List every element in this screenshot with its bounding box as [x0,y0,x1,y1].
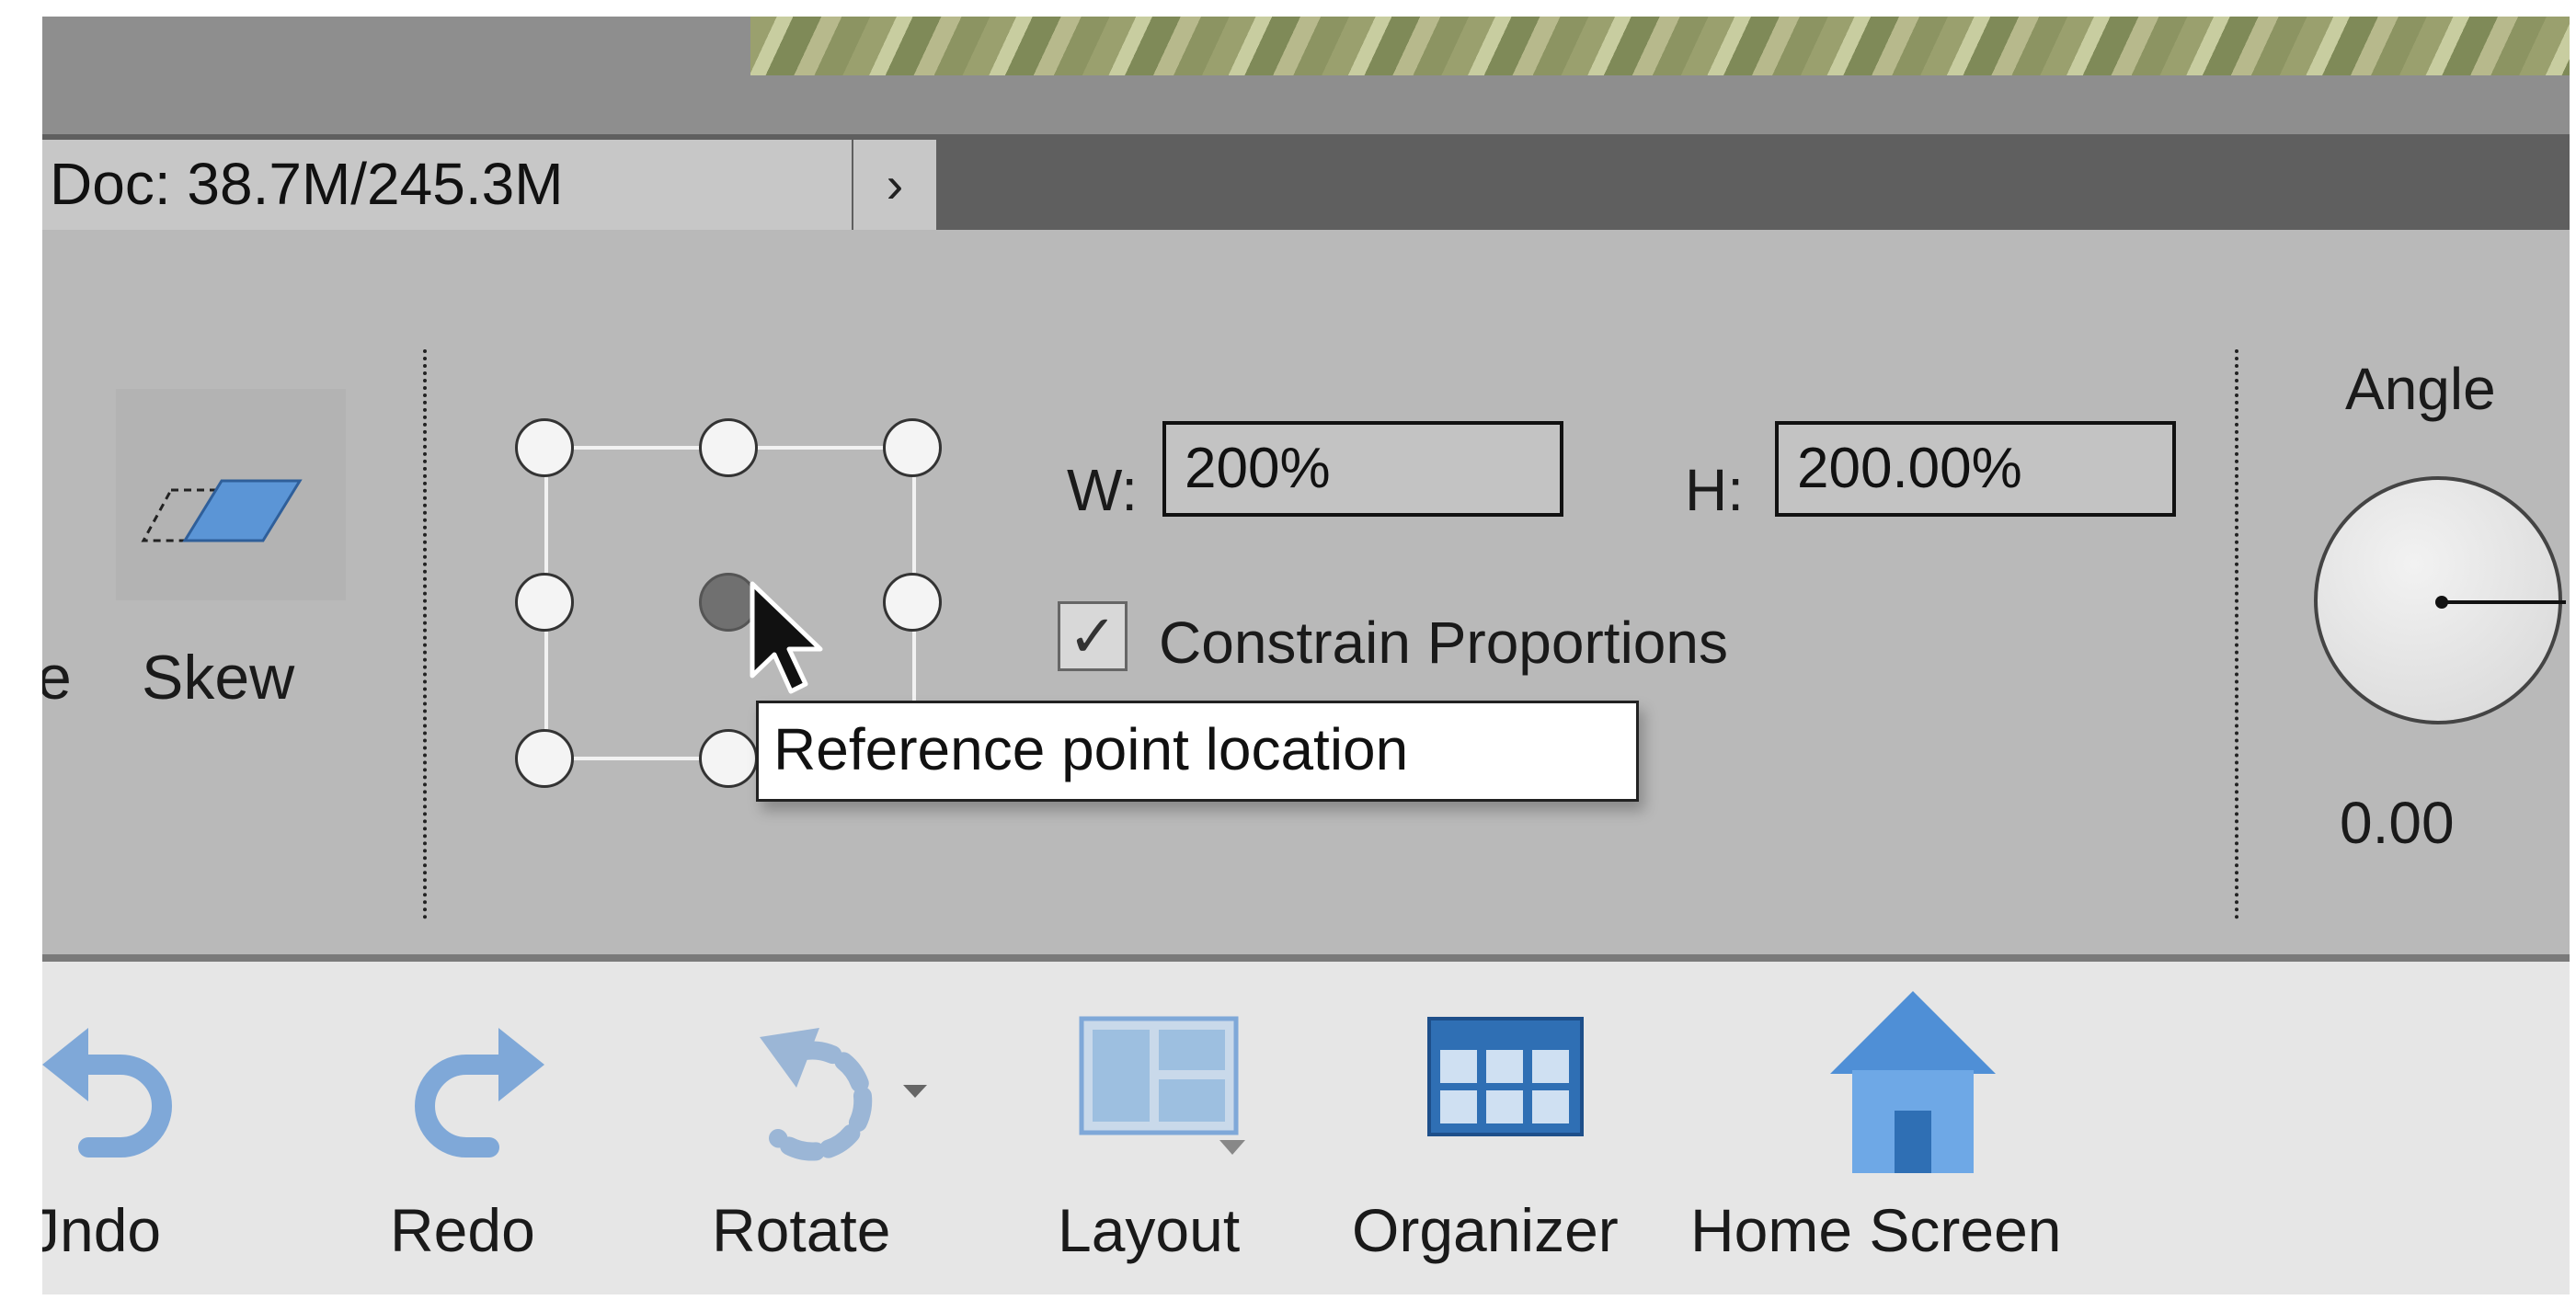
redo-label: Redo [390,1196,535,1264]
reference-point-bottom-center[interactable] [699,729,758,788]
tooltip: Reference point location [756,701,1639,802]
home-screen-button[interactable] [1821,982,2005,1184]
redo-icon [415,1028,544,1157]
angle-value: 0.00 [2340,790,2455,856]
skew-button[interactable] [116,389,346,600]
width-field[interactable]: 200% [1162,421,1563,517]
layout-button[interactable] [1078,1009,1289,1193]
angle-dial[interactable] [2314,476,2566,724]
mouse-cursor-icon [750,581,823,694]
layout-icon [1079,1016,1245,1155]
reference-point-top-right[interactable] [883,418,942,477]
home-icon [1830,991,1996,1173]
reference-point-bottom-left[interactable] [515,729,574,788]
rotate-button[interactable] [723,1000,944,1184]
undo-label: Jndo [42,1196,162,1264]
editor-window: Doc: 38.7M/245.3M › e Skew W: 200% H: 20… [42,17,2570,1294]
height-label: H: [1685,457,1744,523]
reference-point-top-left[interactable] [515,418,574,477]
skew-label: Skew [142,643,295,713]
reference-point-top-center[interactable] [699,418,758,477]
options-divider-right [2235,349,2238,919]
constrain-proportions-label: Constrain Proportions [1159,610,1728,676]
reference-point-middle-right[interactable] [883,573,942,632]
organizer-button[interactable] [1425,1015,1591,1153]
undo-icon [42,1028,172,1157]
rotate-label: Rotate [712,1196,891,1264]
organizer-label: Organizer [1352,1196,1619,1264]
previous-tool-label: e [42,643,72,713]
skew-icon [141,479,303,542]
panel-separator [42,954,2570,962]
home-screen-label: Home Screen [1690,1196,2062,1264]
width-label: W: [1067,457,1139,523]
undo-button[interactable] [42,1009,189,1175]
options-divider-left [423,349,427,919]
rotate-icon [760,1028,927,1161]
height-field[interactable]: 200.00% [1775,421,2176,517]
dial-needle [2441,600,2566,604]
redo-button[interactable] [388,1009,554,1175]
constrain-proportions-checkbox[interactable]: ✓ [1058,601,1128,671]
layout-label: Layout [1058,1196,1241,1264]
status-menu-arrow[interactable]: › [853,140,936,230]
tool-options-panel [42,230,2570,971]
photo-preview [750,17,2570,75]
angle-label: Angle [2345,356,2496,422]
reference-point-middle-left[interactable] [515,573,574,632]
organizer-icon [1427,1017,1584,1136]
doc-size-text: Doc: 38.7M/245.3M [50,151,564,217]
